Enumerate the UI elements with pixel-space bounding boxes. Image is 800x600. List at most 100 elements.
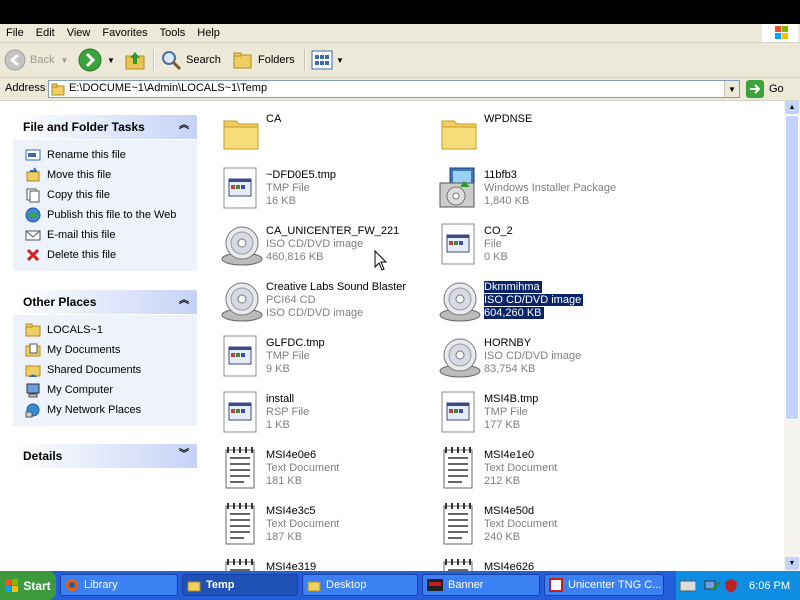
file-view: CA WPDNSE ~DFD0E5.tmp TMP File 16 KB 11bfb3 Wi… xyxy=(210,101,784,571)
go-button[interactable]: Go xyxy=(746,80,784,98)
other-places-header[interactable]: Other Places ︽ xyxy=(12,289,198,315)
file-name: WPDNSE xyxy=(484,113,533,125)
scrollbar-thumb[interactable] xyxy=(785,115,799,420)
file-item[interactable]: MSI4e626 xyxy=(436,557,636,571)
views-icon xyxy=(311,50,333,70)
scroll-down-icon[interactable]: ▼ xyxy=(785,557,799,570)
file-item[interactable]: 11bfb3 Windows Installer Package 1,840 KB xyxy=(436,165,636,215)
views-button[interactable]: ▼ xyxy=(311,47,344,73)
forward-dropdown-icon[interactable]: ▼ xyxy=(107,56,115,65)
place-my-documents[interactable]: My Documents xyxy=(13,340,197,360)
file-name: HORNBY xyxy=(484,337,532,349)
back-dropdown-icon[interactable]: ▼ xyxy=(60,56,68,65)
forward-arrow-icon xyxy=(78,48,102,72)
start-label: Start xyxy=(23,578,51,593)
delete-file-task[interactable]: Delete this file xyxy=(13,245,197,265)
file-type: TMP File xyxy=(484,406,528,418)
file-item[interactable]: CA xyxy=(218,109,418,159)
up-folder-button[interactable] xyxy=(124,47,146,73)
text-doc-icon xyxy=(436,557,484,571)
network-tray-icon[interactable] xyxy=(704,578,722,594)
menu-view[interactable]: View xyxy=(61,24,97,42)
file-item[interactable]: MSI4B.tmp TMP File 177 KB xyxy=(436,389,636,439)
file-size: 460,816 KB xyxy=(266,251,324,263)
taskbar-library-button[interactable]: Library xyxy=(60,574,178,596)
place-locals[interactable]: LOCALS~1 xyxy=(13,320,197,340)
menu-tools[interactable]: Tools xyxy=(154,24,192,42)
taskbar-banner-button[interactable]: Banner xyxy=(422,574,540,596)
scroll-up-icon[interactable]: ▲ xyxy=(785,101,799,114)
copy-file-task[interactable]: Copy this file xyxy=(13,185,197,205)
taskbar-temp-button[interactable]: Temp xyxy=(182,574,298,596)
search-button[interactable]: Search xyxy=(160,47,221,73)
file-item[interactable]: Creative Labs Sound Blaster PCI64 CD ISO C… xyxy=(218,277,418,327)
address-input[interactable]: E:\DOCUME~1\Admin\LOCALS~1\Temp ▼ xyxy=(48,80,740,98)
file-item[interactable]: MSI4e50d Text Document 240 KB xyxy=(436,501,636,551)
folders-button[interactable]: Folders xyxy=(232,47,295,73)
clock[interactable]: 6:06 PM xyxy=(749,580,790,592)
file-folder-tasks-header[interactable]: File and Folder Tasks ︽ xyxy=(12,114,198,140)
file-item[interactable]: MSI4e1e0 Text Document 212 KB xyxy=(436,445,636,495)
file-name: install xyxy=(266,393,295,405)
file-type: ISO CD/DVD image xyxy=(484,294,584,306)
collapse-chevron-icon[interactable]: ︽ xyxy=(177,119,191,133)
menu-favorites[interactable]: Favorites xyxy=(96,24,153,42)
publish-web-task[interactable]: Publish this file to the Web xyxy=(13,205,197,225)
file-size: 604,260 KB xyxy=(484,307,544,319)
file-item[interactable]: Dkmmihma ISO CD/DVD image 604,260 KB xyxy=(436,277,636,327)
console-icon xyxy=(427,579,443,591)
vertical-scrollbar[interactable]: ▲ ▼ xyxy=(784,101,800,571)
file-item[interactable]: CO_2 File 0 KB xyxy=(436,221,636,271)
address-bar: Address E:\DOCUME~1\Admin\LOCALS~1\Temp … xyxy=(0,78,800,101)
forward-button[interactable]: ▼ xyxy=(78,47,115,73)
details-header[interactable]: Details ︾ xyxy=(12,443,198,469)
text-doc-icon xyxy=(436,501,484,549)
place-label: My Documents xyxy=(47,344,121,356)
text-doc-icon xyxy=(218,501,266,549)
shared-folder-icon xyxy=(25,365,41,377)
menu-edit[interactable]: Edit xyxy=(30,24,61,42)
file-item[interactable]: ~DFD0E5.tmp TMP File 16 KB xyxy=(218,165,418,215)
file-item[interactable]: CA_UNICENTER_FW_221 ISO CD/DVD image 460,8… xyxy=(218,221,418,271)
file-name: MSI4e0e6 xyxy=(266,449,317,461)
keyboard-icon[interactable] xyxy=(680,579,696,593)
folders-icon xyxy=(233,52,252,69)
file-item[interactable]: MSI4e3c5 Text Document 187 KB xyxy=(218,501,418,551)
start-button[interactable]: Start xyxy=(0,571,56,600)
file-size: 1 KB xyxy=(266,419,290,431)
file-item[interactable]: MSI4e0e6 Text Document 181 KB xyxy=(218,445,418,495)
taskbar-desktop-button[interactable]: Desktop xyxy=(302,574,418,596)
my-documents-icon xyxy=(25,343,41,357)
file-item[interactable]: MSI4e319 xyxy=(218,557,418,571)
copy-icon xyxy=(26,188,40,203)
rename-file-task[interactable]: Rename this file xyxy=(13,145,197,165)
back-button[interactable]: Back ▼ xyxy=(4,47,68,73)
file-type: TMP File xyxy=(266,182,310,194)
file-item[interactable]: WPDNSE xyxy=(436,109,636,159)
folder-icon xyxy=(436,109,484,157)
security-shield-icon[interactable] xyxy=(724,578,738,594)
address-dropdown-icon[interactable]: ▼ xyxy=(724,81,739,97)
file-item[interactable]: HORNBY ISO CD/DVD image 83,754 KB xyxy=(436,333,636,383)
installer-icon xyxy=(436,165,484,213)
file-size: 83,754 KB xyxy=(484,363,536,375)
menu-file[interactable]: File xyxy=(0,24,30,42)
file-name: Creative Labs Sound Blaster xyxy=(266,281,407,293)
menu-help[interactable]: Help xyxy=(191,24,226,42)
place-shared-documents[interactable]: Shared Documents xyxy=(13,360,197,380)
windows-logo-icon xyxy=(762,24,798,42)
expand-chevron-icon[interactable]: ︾ xyxy=(177,448,191,462)
collapse-chevron-icon[interactable]: ︽ xyxy=(177,294,191,308)
views-dropdown-icon[interactable]: ▼ xyxy=(336,56,344,65)
taskbar-unicenter-button[interactable]: Unicenter TNG C... xyxy=(544,574,664,596)
address-label: Address xyxy=(5,82,46,94)
address-path: E:\DOCUME~1\Admin\LOCALS~1\Temp xyxy=(69,82,268,94)
file-name: MSI4e626 xyxy=(484,561,535,571)
file-item[interactable]: GLFDC.tmp TMP File 9 KB xyxy=(218,333,418,383)
cd-icon xyxy=(436,333,484,381)
email-file-task[interactable]: E-mail this file xyxy=(13,225,197,245)
place-my-computer[interactable]: My Computer xyxy=(13,380,197,400)
file-item[interactable]: install RSP File 1 KB xyxy=(218,389,418,439)
place-my-network-places[interactable]: My Network Places xyxy=(13,400,197,420)
move-file-task[interactable]: Move this file xyxy=(13,165,197,185)
